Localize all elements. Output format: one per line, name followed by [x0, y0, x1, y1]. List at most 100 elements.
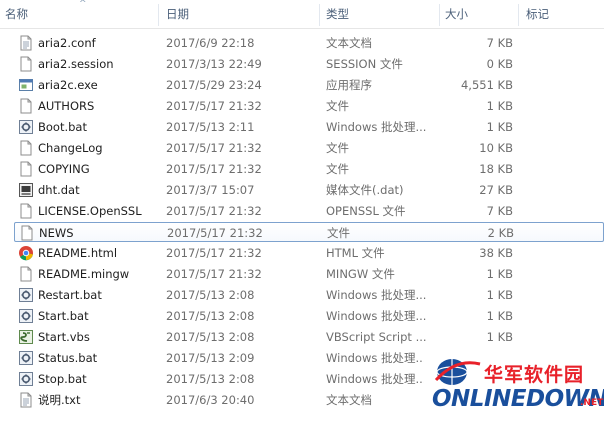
bat-file-icon — [19, 372, 33, 386]
file-name: Status.bat — [38, 351, 98, 365]
column-divider[interactable] — [319, 4, 320, 26]
file-name: README.html — [38, 246, 118, 260]
exe-file-icon — [19, 79, 33, 91]
file-name: README.mingw — [38, 267, 130, 281]
vbs-file-icon — [19, 330, 33, 344]
column-header-size[interactable]: 大小 — [440, 0, 518, 28]
file-name: ChangeLog — [38, 141, 103, 155]
column-header-bar: ^ 名称 日期 类型 大小 标记 — [0, 0, 604, 29]
file-name: Start.bat — [38, 309, 89, 323]
file-row[interactable]: dht.dat 2017/3/7 15:07 媒体文件(.dat) 27 KB — [14, 180, 604, 200]
file-row[interactable]: Start.bat 2017/5/13 2:08 Windows 批处理... 1 K… — [14, 306, 604, 326]
file-size: 38 KB — [479, 246, 513, 260]
bat-file-icon — [19, 288, 33, 302]
file-row[interactable]: aria2.conf 2017/6/9 22:18 文本文档 7 KB — [14, 33, 604, 53]
file-size: 2 KB — [487, 226, 514, 240]
file-size: 1 KB — [486, 267, 513, 281]
watermark-globe-icon — [434, 359, 481, 385]
generic-file-icon — [21, 225, 33, 241]
file-date: 2017/5/13 2:09 — [166, 351, 255, 365]
file-row[interactable]: ChangeLog 2017/5/17 21:32 文件 10 KB — [14, 138, 604, 158]
file-date: 2017/5/29 23:24 — [166, 78, 262, 92]
file-size: 1 KB — [486, 99, 513, 113]
file-size: 7 KB — [486, 204, 513, 218]
file-size: 27 KB — [479, 183, 513, 197]
file-type: Windows 批处理... — [326, 120, 427, 134]
file-row[interactable]: aria2c.exe 2017/5/29 23:24 应用程序 4,551 KB — [14, 75, 604, 95]
file-type: VBScript Script ... — [326, 330, 427, 344]
column-divider[interactable] — [518, 4, 519, 26]
file-size: 4,551 KB — [460, 78, 513, 92]
file-date: 2017/5/17 21:32 — [166, 99, 262, 113]
file-date: 2017/5/13 2:11 — [166, 120, 255, 134]
file-name: AUTHORS — [38, 99, 95, 113]
file-type: 文件 — [326, 141, 349, 155]
file-type: HTML 文件 — [326, 246, 385, 260]
file-type: 应用程序 — [326, 78, 372, 92]
column-header-name-label: 名称 — [5, 7, 28, 21]
file-type: MINGW 文件 — [326, 267, 395, 281]
generic-file-icon — [20, 161, 32, 177]
generic-file-icon — [20, 56, 32, 72]
bat-file-icon — [19, 309, 33, 323]
file-row[interactable]: aria2.session 2017/3/13 22:49 SESSION 文件 0 … — [14, 54, 604, 74]
column-header-type-label: 类型 — [326, 7, 349, 21]
file-type: OPENSSL 文件 — [326, 204, 406, 218]
file-name: aria2.conf — [38, 36, 96, 50]
column-header-date[interactable]: 日期 — [161, 0, 319, 28]
file-row[interactable]: LICENSE.OpenSSL 2017/5/17 21:32 OPENSSL 文件… — [14, 201, 604, 221]
file-size: 1 KB — [486, 309, 513, 323]
column-header-name[interactable]: 名称 — [0, 0, 158, 28]
file-size: 1 KB — [486, 120, 513, 134]
file-date: 2017/3/13 22:49 — [166, 57, 262, 71]
file-name: NEWS — [39, 226, 74, 240]
generic-file-icon — [20, 266, 32, 282]
generic-file-icon — [20, 140, 32, 156]
file-date: 2017/5/17 21:32 — [166, 162, 262, 176]
watermark-logo: 华军软件园 ONLINEDOWN .NET — [424, 352, 604, 432]
file-name: Restart.bat — [38, 288, 102, 302]
file-size: 18 KB — [479, 162, 513, 176]
file-row[interactable]: Start.vbs 2017/5/13 2:08 VBScript Script .… — [14, 327, 604, 347]
file-name: dht.dat — [38, 183, 80, 197]
file-size: 1 KB — [486, 330, 513, 344]
file-row[interactable]: Boot.bat 2017/5/13 2:11 Windows 批处理... 1 KB — [14, 117, 604, 137]
column-divider[interactable] — [158, 4, 159, 26]
file-row[interactable]: README.mingw 2017/5/17 21:32 MINGW 文件 1 KB — [14, 264, 604, 284]
text-file-icon — [20, 35, 32, 51]
file-name: Stop.bat — [38, 372, 87, 386]
file-date: 2017/5/17 21:32 — [166, 246, 262, 260]
file-row[interactable]: NEWS 2017/5/17 21:32 文件 2 KB — [14, 222, 604, 242]
file-type: 媒体文件(.dat) — [326, 183, 404, 197]
file-type: 文件 — [326, 162, 349, 176]
text-file-icon — [20, 392, 32, 408]
file-row[interactable]: AUTHORS 2017/5/17 21:32 文件 1 KB — [14, 96, 604, 116]
file-name: aria2c.exe — [38, 78, 98, 92]
generic-file-icon — [20, 98, 32, 114]
file-row[interactable]: Restart.bat 2017/5/13 2:08 Windows 批处理... 1… — [14, 285, 604, 305]
column-header-type[interactable]: 类型 — [321, 0, 439, 28]
file-row[interactable]: COPYING 2017/5/17 21:32 文件 18 KB — [14, 159, 604, 179]
bat-file-icon — [19, 120, 33, 134]
column-header-date-label: 日期 — [166, 7, 189, 21]
chrome-html-icon — [19, 246, 33, 261]
file-date: 2017/5/13 2:08 — [166, 288, 255, 302]
file-name: COPYING — [38, 162, 90, 176]
file-date: 2017/5/13 2:08 — [166, 372, 255, 386]
file-size: 0 KB — [486, 57, 513, 71]
file-name: aria2.session — [38, 57, 114, 71]
file-date: 2017/5/17 21:32 — [166, 267, 262, 281]
column-header-size-label: 大小 — [445, 7, 468, 21]
file-name: LICENSE.OpenSSL — [38, 204, 142, 218]
file-type: Windows 批处理... — [326, 288, 427, 302]
media-file-icon — [19, 183, 33, 197]
file-type: 文件 — [326, 99, 349, 113]
file-row[interactable]: README.html 2017/5/17 21:32 HTML 文件 38 KB — [14, 243, 604, 263]
file-type: SESSION 文件 — [326, 57, 403, 71]
file-date: 2017/6/3 20:40 — [166, 393, 255, 407]
file-size: 7 KB — [486, 36, 513, 50]
watermark-english-text: ONLINEDOWN — [432, 386, 604, 412]
file-date: 2017/5/17 21:32 — [167, 226, 263, 240]
file-type: 文本文档 — [326, 36, 372, 50]
column-header-tags[interactable]: 标记 — [521, 0, 604, 28]
